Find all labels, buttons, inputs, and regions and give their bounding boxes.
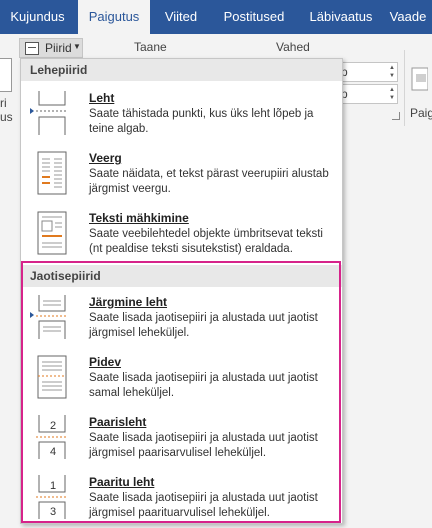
- odd-page-number: 1: [50, 480, 56, 492]
- menu-item-even-page[interactable]: 2 4 Paarisleht Saate lisada jaotisepiiri…: [21, 415, 342, 471]
- indent-label: Taane: [134, 40, 167, 54]
- menu-item-text-wrapping[interactable]: Teksti mähkimine Saate veebilehtedel obj…: [21, 211, 342, 271]
- spacing-before-input[interactable]: p ▲ ▼: [336, 62, 398, 82]
- breaks-button[interactable]: Piirid ▼: [19, 38, 83, 58]
- breaks-label: Piirid: [45, 41, 72, 55]
- menu-item-desc: Saate näidata, et tekst pärast veerupiir…: [89, 168, 329, 195]
- menu-item-title: Veerg: [89, 151, 122, 165]
- menu-item-desc: Saate veebilehtedel objekte ümbritsevat …: [89, 228, 323, 255]
- spacing-after-input[interactable]: p ▲ ▼: [336, 84, 398, 104]
- spin-up-icon[interactable]: ▲: [389, 87, 395, 94]
- menu-item-odd-page[interactable]: 1 3 Paaritu leht Saate lisada jaotisepii…: [21, 475, 342, 523]
- tab-labivaatus[interactable]: Läbivaatus: [300, 0, 382, 34]
- menu-item-title: Pidev: [89, 355, 122, 369]
- even-page-break-icon: 2 4: [36, 415, 68, 459]
- tab-paigutus[interactable]: Paigutus: [78, 0, 150, 34]
- odd-page-number: 3: [50, 506, 56, 518]
- orientation-icon[interactable]: [0, 58, 12, 92]
- spin-up-icon[interactable]: ▲: [389, 65, 395, 72]
- tab-postitused[interactable]: Postitused: [212, 0, 296, 34]
- paragraph-dialog-launcher-icon[interactable]: [392, 112, 400, 120]
- column-break-icon: [37, 151, 67, 195]
- menu-item-title: Teksti mähkimine: [89, 211, 189, 225]
- continuous-break-icon: [37, 355, 67, 399]
- section-breaks-header: Jaotisepiirid: [21, 265, 342, 287]
- ribbon-divider: [404, 50, 405, 126]
- ribbon-partial-label-2: us: [0, 110, 13, 124]
- menu-item-desc: Saate lisada jaotisepiiri ja alustada uu…: [89, 372, 318, 399]
- menu-item-desc: Saate lisada jaotisepiiri ja alustada uu…: [89, 492, 318, 519]
- ribbon-partial-label: ri: [0, 96, 7, 110]
- breaks-icon: [25, 42, 39, 55]
- tab-kujundus[interactable]: Kujundus: [0, 0, 75, 34]
- spacing-label: Vahed: [276, 40, 310, 54]
- menu-item-continuous[interactable]: Pidev Saate lisada jaotisepiiri ja alust…: [21, 355, 342, 411]
- breaks-dropdown-menu: Lehepiirid Leht Saate tähistada punkti, …: [20, 58, 343, 524]
- page-breaks-header: Lehepiirid: [21, 59, 342, 81]
- menu-item-page-break[interactable]: Leht Saate tähistada punkti, kus üks leh…: [21, 91, 342, 145]
- odd-page-break-icon: 1 3: [36, 475, 68, 519]
- ribbon-tab-bar: Kujundus Paigutus Viited Postitused Läbi…: [0, 0, 432, 34]
- menu-item-desc: Saate tähistada punkti, kus üks leht lõp…: [89, 108, 314, 135]
- menu-item-title: Järgmine leht: [89, 295, 168, 309]
- even-page-number: 4: [50, 446, 56, 458]
- next-page-break-icon: [36, 295, 68, 339]
- even-page-number: 2: [50, 420, 56, 432]
- menu-item-title: Paarisleht: [89, 415, 147, 429]
- spin-down-icon[interactable]: ▼: [389, 95, 395, 102]
- menu-item-next-page[interactable]: Järgmine leht Saate lisada jaotisepiiri …: [21, 295, 342, 351]
- tab-vaade[interactable]: Vaade: [384, 0, 432, 34]
- menu-item-title: Leht: [89, 91, 115, 105]
- menu-item-desc: Saate lisada jaotisepiiri ja alustada uu…: [89, 432, 318, 459]
- text-wrapping-icon: [37, 211, 67, 255]
- menu-item-column-break[interactable]: Veerg Saate näidata, et tekst pärast vee…: [21, 151, 342, 207]
- menu-item-desc: Saate lisada jaotisepiiri ja alustada uu…: [89, 312, 318, 339]
- tab-viited[interactable]: Viited: [152, 0, 210, 34]
- menu-item-title: Paaritu leht: [89, 475, 155, 489]
- page-break-icon: [36, 91, 68, 135]
- chevron-down-icon: ▼: [73, 42, 81, 51]
- position-label: Paig: [410, 106, 432, 120]
- spin-down-icon[interactable]: ▼: [389, 73, 395, 80]
